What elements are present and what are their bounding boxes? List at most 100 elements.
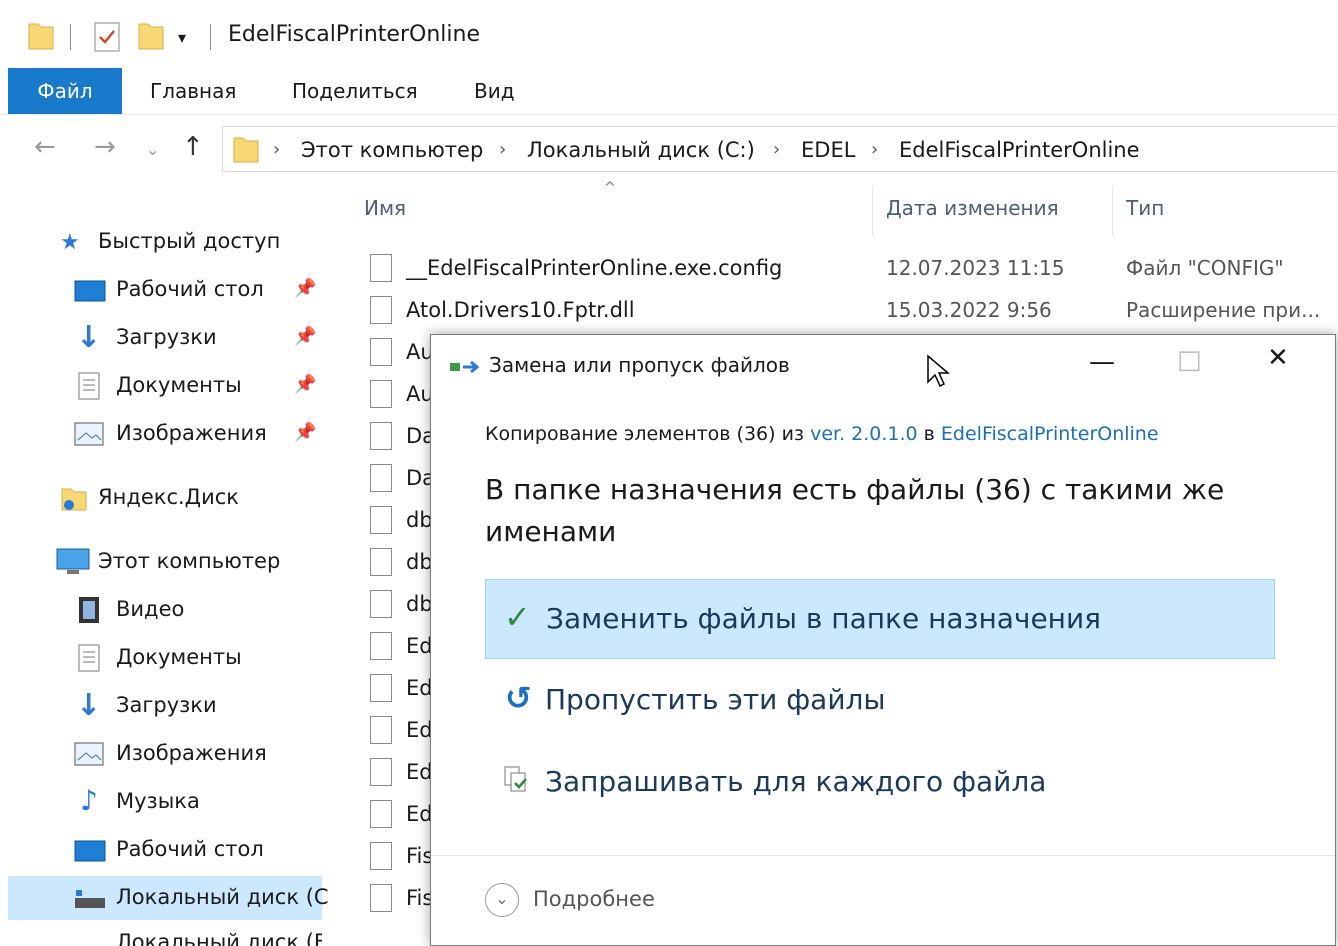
sidebar-item-music[interactable]: ♪ Музыка — [8, 780, 322, 824]
file-type: Расширение при... — [1126, 298, 1321, 322]
column-header-type[interactable]: Тип — [1126, 196, 1164, 220]
title-bar: ▾ EdelFiscalPrinterOnline — [0, 0, 1338, 68]
sidebar-item-desktop-pc[interactable]: Рабочий стол — [8, 828, 322, 872]
pin-icon[interactable]: 📌 — [294, 326, 316, 347]
navigation-bar: ← → ⌄ ↑ › Этот компьютер › Локальный дис… — [0, 118, 1338, 180]
chevron-down-icon[interactable]: ⌄ — [485, 883, 519, 917]
dialog-title: Замена или пропуск файлов — [489, 353, 790, 377]
file-name: db — [406, 508, 433, 532]
download-arrow-icon: ↓ — [76, 320, 102, 355]
chevron-right-icon: › — [871, 139, 879, 160]
destination-folder-link[interactable]: EdelFiscalPrinterOnline — [941, 423, 1159, 445]
minimize-button[interactable]: — — [1089, 347, 1115, 377]
option-label: Пропустить эти файлы — [545, 683, 886, 716]
star-icon: ★ — [60, 230, 80, 255]
file-name: Ed — [406, 760, 433, 784]
sidebar-item-local-disk-f[interactable]: Локальный диск (F — [8, 924, 322, 946]
ribbon-tabs: Файл Главная Поделиться Вид — [0, 68, 1338, 115]
maximize-button: □ — [1177, 345, 1202, 375]
dialog-heading: В папке назначения есть файлы (36) с так… — [485, 473, 1225, 548]
subtitle-text: в — [917, 423, 941, 445]
file-icon — [370, 590, 392, 618]
divider — [431, 855, 1335, 856]
file-icon — [370, 800, 392, 828]
column-header-date[interactable]: Дата изменения — [886, 196, 1059, 220]
compare-files-icon — [503, 765, 531, 803]
sidebar-item-label: Быстрый доступ — [98, 229, 281, 253]
table-row[interactable]: __EdelFiscalPrinterOnline.exe.config 12.0… — [360, 248, 1338, 290]
checkmark-icon: ✓ — [504, 598, 531, 636]
sidebar-item-documents-pc[interactable]: Документы — [8, 636, 322, 680]
pictures-icon — [74, 422, 104, 450]
replace-files-option[interactable]: ✓ Заменить файлы в папке назначения — [485, 579, 1275, 659]
option-label: Запрашивать для каждого файла — [545, 765, 1047, 798]
video-icon — [78, 596, 100, 628]
sidebar-item-desktop[interactable]: Рабочий стол 📌 — [8, 268, 322, 312]
breadcrumb-current[interactable]: EdelFiscalPrinterOnline — [899, 138, 1140, 162]
file-icon — [370, 422, 392, 450]
folder-icon — [28, 20, 54, 56]
sidebar-item-label: Документы — [116, 645, 242, 669]
pin-icon[interactable]: 📌 — [294, 278, 316, 299]
drive-icon — [74, 936, 106, 946]
sidebar-item-label: Изображения — [116, 741, 267, 765]
new-folder-icon[interactable] — [138, 20, 164, 56]
breadcrumb-this-pc[interactable]: Этот компьютер — [301, 138, 483, 162]
document-icon — [78, 644, 100, 676]
breadcrumb-edel[interactable]: EDEL — [801, 138, 855, 162]
breadcrumb-local-disk[interactable]: Локальный диск (C:) — [527, 138, 755, 162]
sidebar-item-yandex-disk[interactable]: Яндекс.Диск — [8, 476, 322, 520]
file-name: db — [406, 550, 433, 574]
sidebar-item-label: Загрузки — [116, 325, 217, 349]
sidebar-item-label: Музыка — [116, 789, 200, 813]
sidebar-item-this-pc[interactable]: Этот компьютер — [8, 540, 322, 584]
file-name: Ed — [406, 676, 433, 700]
pin-icon[interactable]: 📌 — [294, 374, 316, 395]
back-arrow-icon[interactable]: ← — [34, 132, 56, 162]
skip-arrow-icon: ↺ — [505, 679, 532, 717]
table-row[interactable]: Atol.Drivers10.Fptr.dll 15.03.2022 9:56 Ра… — [360, 290, 1338, 332]
tab-file[interactable]: Файл — [8, 68, 122, 114]
forward-arrow-icon[interactable]: → — [94, 132, 116, 162]
sidebar-item-downloads[interactable]: ↓ Загрузки 📌 — [8, 316, 322, 360]
file-icon — [370, 674, 392, 702]
tab-home[interactable]: Главная — [150, 68, 236, 114]
up-arrow-icon[interactable]: ↑ — [182, 132, 204, 162]
desktop-icon — [74, 280, 106, 308]
sidebar-item-label: Документы — [116, 373, 242, 397]
column-header-name[interactable]: Имя — [364, 196, 406, 220]
drive-icon — [74, 888, 106, 914]
more-details-link[interactable]: Подробнее — [533, 887, 655, 911]
sidebar-item-pictures[interactable]: Изображения 📌 — [8, 412, 322, 456]
chevron-right-icon: › — [773, 139, 781, 160]
recent-locations-icon[interactable]: ⌄ — [146, 140, 159, 159]
window-title: EdelFiscalPrinterOnline — [228, 22, 480, 47]
file-icon — [370, 716, 392, 744]
file-name: Ed — [406, 802, 433, 826]
properties-icon[interactable] — [94, 20, 120, 56]
file-name: Ed — [406, 718, 433, 742]
replace-or-skip-dialog: Замена или пропуск файлов — □ ✕ Копирова… — [430, 334, 1336, 946]
sidebar-item-downloads-pc[interactable]: ↓ Загрузки — [8, 684, 322, 728]
sidebar-item-label: Рабочий стол — [116, 277, 264, 301]
navigation-pane: ★ Быстрый доступ Рабочий стол 📌 ↓ Загруз… — [0, 180, 329, 946]
pin-icon[interactable]: 📌 — [294, 422, 316, 443]
sidebar-item-local-disk-c[interactable]: Локальный диск (C — [8, 876, 329, 920]
decide-each-file-option[interactable]: Запрашивать для каждого файла — [485, 743, 1275, 823]
sidebar-item-pictures-pc[interactable]: Изображения — [8, 732, 322, 776]
sidebar-item-videos[interactable]: Видео — [8, 588, 322, 632]
source-folder-link[interactable]: ver. 2.0.1.0 — [810, 423, 918, 445]
tab-view[interactable]: Вид — [474, 68, 515, 114]
sidebar-item-quick-access[interactable]: ★ Быстрый доступ — [8, 220, 322, 264]
skip-files-option[interactable]: ↺ Пропустить эти файлы — [485, 661, 1275, 741]
address-bar[interactable]: › Этот компьютер › Локальный диск (C:) ›… — [222, 126, 1338, 172]
sidebar-item-documents[interactable]: Документы 📌 — [8, 364, 322, 408]
file-icon — [370, 380, 392, 408]
customize-toolbar-icon[interactable]: ▾ — [178, 28, 186, 64]
tab-share[interactable]: Поделиться — [292, 68, 418, 114]
file-name: db — [406, 592, 433, 616]
sidebar-item-label: Рабочий стол — [116, 837, 264, 861]
close-button[interactable]: ✕ — [1267, 343, 1289, 373]
folder-icon — [233, 135, 259, 167]
pictures-icon — [74, 742, 104, 770]
